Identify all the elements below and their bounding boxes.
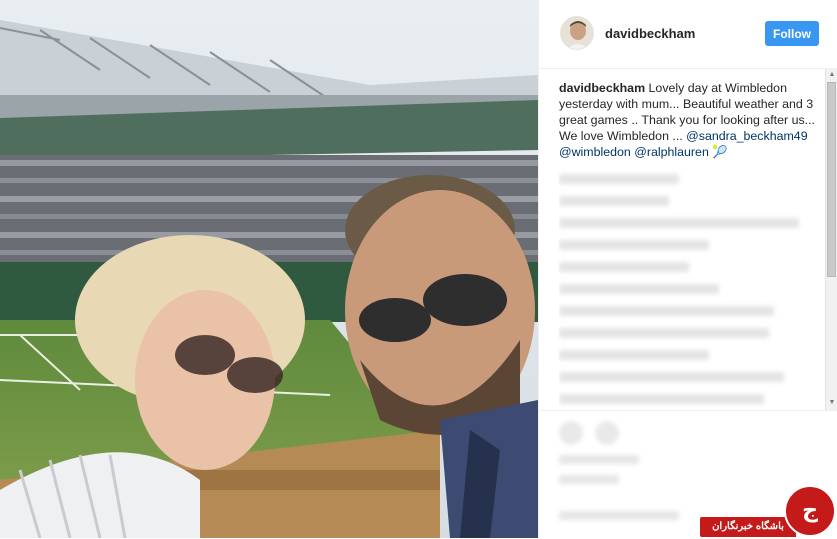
blurred-comment [559,350,709,360]
mention-sandra[interactable]: @sandra_beckham49 [686,129,807,143]
selfie-wimbledon-image [0,0,538,538]
comments-list: davidbeckham Lovely day at Wimbledon yes… [559,80,827,410]
watermark-text: باشگاه خبرنگاران [700,517,796,537]
post-date [559,475,619,484]
watermark: باشگاه خبرنگاران ج [700,485,837,538]
mention-wimbledon[interactable]: @wimbledon [559,145,631,159]
blurred-comment [559,218,799,228]
scroll-down-arrow-icon[interactable]: ▼ [827,398,837,408]
username-link[interactable]: davidbeckham [605,26,695,41]
login-prompt[interactable] [559,511,679,520]
blurred-comment [559,372,784,382]
blurred-comment [559,328,769,338]
blurred-comment [559,306,774,316]
blurred-comment [559,284,719,294]
heart-icon[interactable] [559,421,583,445]
blurred-comment [559,196,669,206]
caption-username[interactable]: davidbeckham [559,81,645,95]
avatar[interactable] [560,16,594,50]
post-header: davidbeckham Follow [539,0,837,69]
blurred-comment [559,262,689,272]
post-side-panel: davidbeckham Follow davidbeckham Lovely … [538,0,837,538]
follow-button[interactable]: Follow [765,21,819,46]
blurred-comment [559,240,709,250]
caption: davidbeckham Lovely day at Wimbledon yes… [559,80,827,160]
comments-scrollbar[interactable]: ▲ ▼ [825,68,837,410]
mention-ralphlauren[interactable]: @ralphlauren [634,145,709,159]
post-photo[interactable] [0,0,538,538]
avatar-image [561,17,593,49]
scroll-thumb[interactable] [827,82,836,277]
scroll-up-arrow-icon[interactable]: ▲ [827,70,837,80]
comment-icon[interactable] [595,421,619,445]
likes-count [559,455,639,464]
blurred-comment [559,174,679,184]
tennis-icon: 🎾 [712,145,728,159]
blurred-comment [559,394,764,404]
watermark-logo-icon: ج [784,485,836,537]
